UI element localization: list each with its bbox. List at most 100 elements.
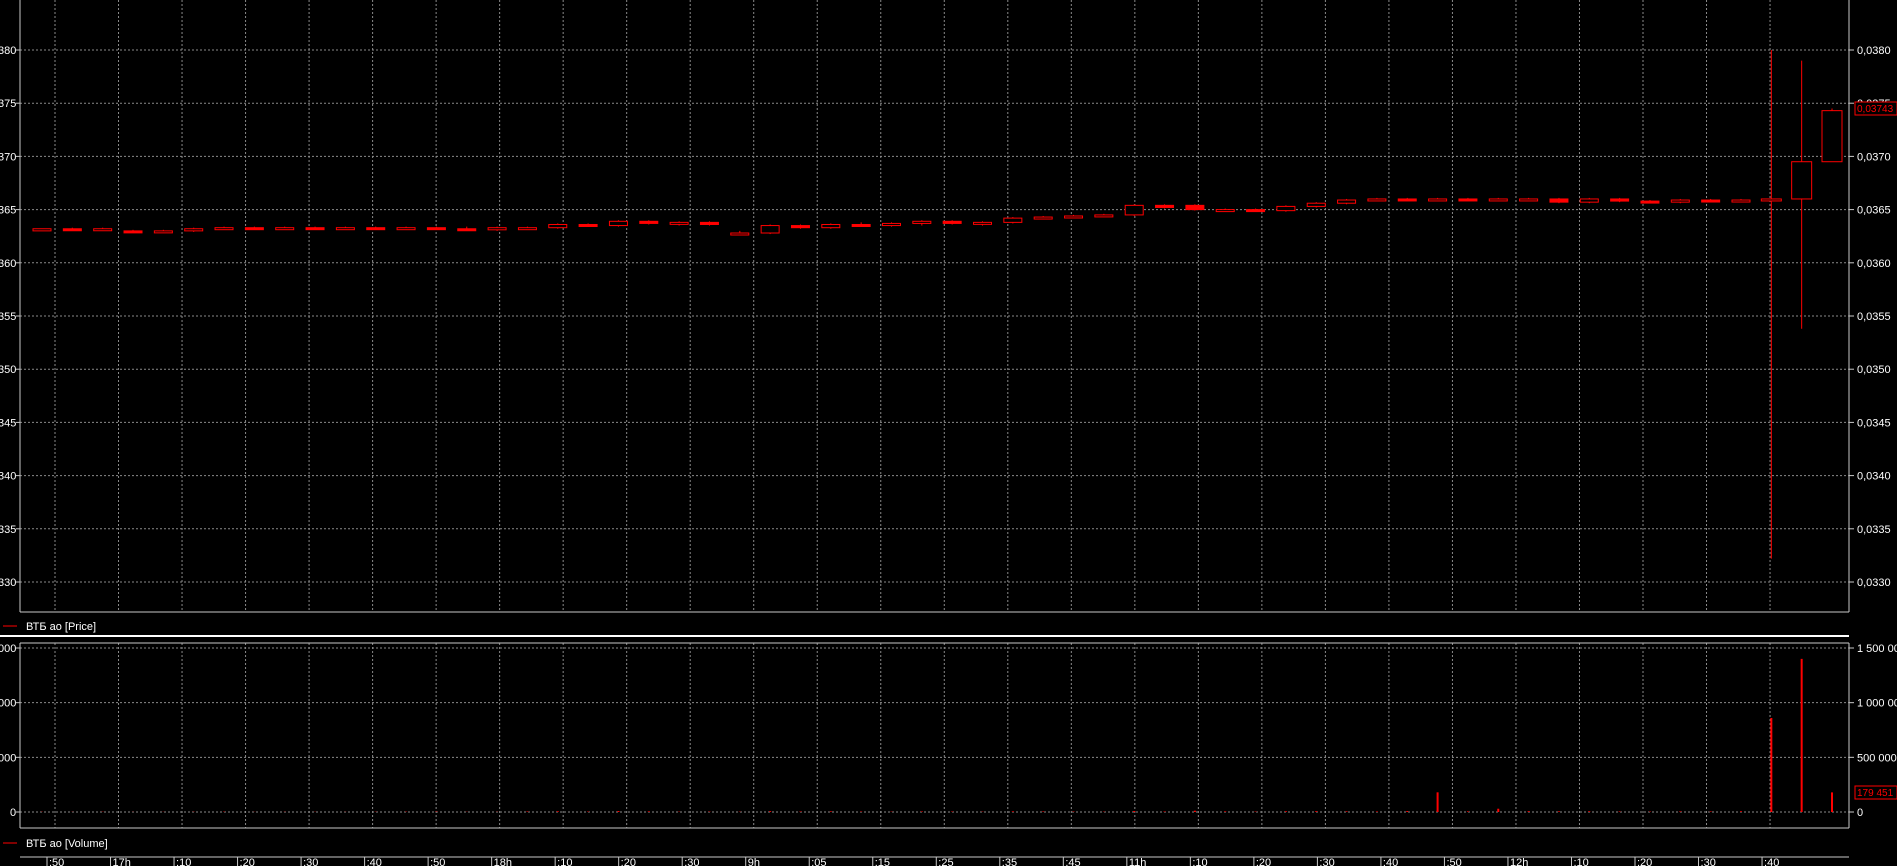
candle-body — [1094, 214, 1114, 218]
price-right-tick-label: 0,0380 — [1857, 45, 1891, 57]
candle-body — [851, 223, 871, 227]
candle[interactable] — [32, 228, 52, 232]
candle-body — [1367, 198, 1387, 202]
candle-body — [366, 227, 386, 231]
candle-body — [881, 222, 901, 227]
time-axis-tick-label: :40 — [367, 857, 382, 866]
price-right-tick-label: 0,0335 — [1857, 524, 1891, 536]
time-axis-tick-label: :10 — [557, 857, 572, 866]
candle[interactable] — [1821, 108, 1843, 163]
candle-body — [1760, 198, 1782, 202]
time-axis-tick-label: :30 — [684, 857, 699, 866]
candle-body — [517, 227, 537, 231]
candle[interactable] — [760, 224, 780, 235]
candle[interactable] — [487, 226, 507, 231]
price-right-tick-label: 0,0350 — [1857, 364, 1891, 376]
price-left-tick-label: 375 — [0, 98, 16, 110]
time-axis-tick-label: :40 — [1383, 857, 1398, 866]
candle-body — [1246, 209, 1266, 213]
time-axis-tick-label: :25 — [938, 857, 953, 866]
candle[interactable] — [639, 220, 659, 225]
price-last-value-label: 0,03743 — [1854, 101, 1897, 116]
candle-body — [730, 232, 750, 236]
time-axis-tick-label: :30 — [303, 857, 318, 866]
price-last-value-text: 0,03743 — [1857, 104, 1894, 115]
time-axis-tick-label: :50 — [1446, 857, 1461, 866]
candle-body — [1610, 198, 1630, 202]
candle-body — [1428, 198, 1448, 202]
candle-body — [548, 223, 568, 229]
time-axis-tick-label: 11h — [1129, 857, 1147, 866]
candle[interactable] — [942, 220, 962, 225]
price-left-tick-label: 345 — [0, 417, 16, 429]
candle-body — [1306, 202, 1326, 207]
candle-body — [669, 221, 689, 225]
candle-body — [1215, 209, 1235, 213]
candle[interactable] — [1276, 205, 1296, 212]
candle-body — [153, 230, 173, 234]
time-axis-tick-label: :20 — [621, 857, 636, 866]
price-left-tick-label: 370 — [0, 151, 16, 163]
candle-body — [1397, 198, 1417, 202]
candle-body — [1670, 199, 1690, 203]
candle-body — [32, 228, 52, 232]
volume-left-tick-label: 0 — [10, 807, 16, 819]
candle-body — [62, 228, 82, 232]
candle-body — [1033, 216, 1053, 220]
price-left-tick-label: 335 — [0, 524, 16, 536]
candle[interactable] — [1306, 202, 1326, 208]
price-right-tick-label: 0,0345 — [1857, 417, 1891, 429]
time-axis-tick-label: :05 — [811, 857, 826, 866]
candle-body — [1488, 198, 1508, 202]
candle[interactable] — [1185, 204, 1205, 211]
time-axis-tick-label: 18h — [494, 857, 512, 866]
candle[interactable] — [1124, 204, 1144, 216]
candle-body — [821, 223, 841, 229]
time-axis-tick-label: :30 — [1319, 857, 1334, 866]
candle[interactable] — [1337, 198, 1357, 205]
candle[interactable] — [881, 222, 901, 227]
candle[interactable] — [1003, 217, 1023, 224]
candle-body — [1519, 198, 1539, 202]
time-axis-tick-label: 17h — [113, 857, 131, 866]
candle[interactable] — [699, 221, 719, 226]
time-axis-tick-label: :20 — [1637, 857, 1652, 866]
volume-left-tick-label: 000 — [0, 752, 16, 764]
candle-body — [1791, 161, 1813, 200]
price-left-tick-label: 340 — [0, 471, 16, 483]
candle[interactable] — [608, 220, 628, 227]
candle-body — [1124, 204, 1144, 216]
candle-body — [305, 227, 325, 231]
time-axis-tick-label: :35 — [1002, 857, 1017, 866]
price-legend-label: ВТБ ао [Price] — [26, 621, 96, 633]
time-axis-tick-label: 12h — [1510, 857, 1528, 866]
candle[interactable] — [1670, 198, 1690, 204]
candle[interactable] — [1549, 197, 1569, 204]
volume-right-tick-label: 1 000 000 — [1857, 698, 1897, 710]
candle[interactable] — [1155, 204, 1175, 209]
candle-body — [1579, 198, 1599, 203]
candle[interactable] — [1610, 197, 1630, 203]
candle[interactable] — [184, 227, 204, 232]
candle[interactable] — [821, 223, 841, 229]
candle-body — [457, 228, 477, 232]
candle-body — [578, 223, 598, 227]
candle-body — [426, 227, 446, 231]
price-left-tick-label: 355 — [0, 311, 16, 323]
volume-right-tick-label: 0 — [1857, 807, 1863, 819]
candle-body — [1458, 198, 1478, 202]
candle-body — [335, 227, 355, 231]
candle-body — [1276, 205, 1296, 212]
candle-body — [760, 225, 780, 234]
candle-body — [1731, 199, 1751, 203]
candle-body — [1185, 204, 1205, 211]
price-right-tick-label: 0,0360 — [1857, 258, 1891, 270]
candle[interactable] — [1579, 197, 1599, 204]
candle[interactable] — [548, 223, 568, 229]
candle-body — [396, 227, 416, 231]
candle-body — [1337, 199, 1357, 204]
time-axis-tick-label: :30 — [1701, 857, 1716, 866]
candle[interactable] — [790, 224, 810, 229]
candle-body — [93, 228, 113, 232]
price-left-tick-label: 350 — [0, 364, 16, 376]
